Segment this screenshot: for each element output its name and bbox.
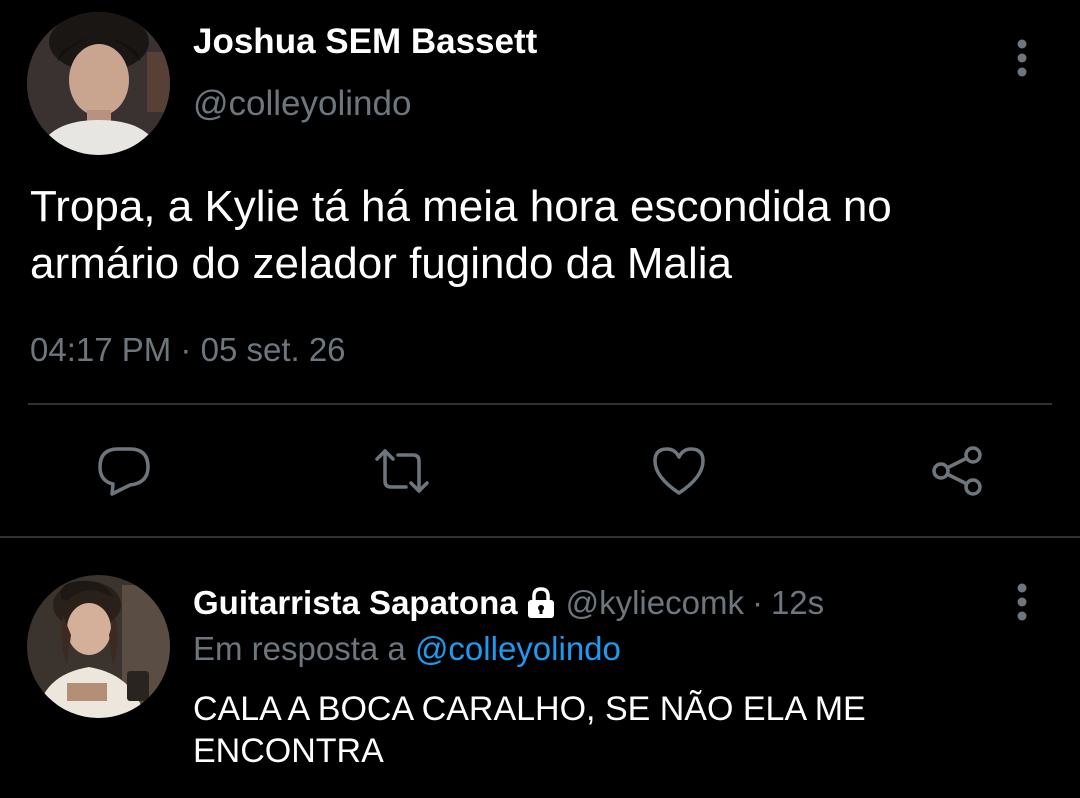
- tweet-time: 04:17 PM: [30, 331, 172, 368]
- tweet-timestamp[interactable]: 04:17 PM · 05 set. 26: [30, 331, 346, 369]
- share-icon: [932, 446, 982, 496]
- tweet-text-line-2: armário do zelador fugindo da Malia: [30, 239, 732, 288]
- meta-separator: ·: [180, 331, 192, 368]
- reply-author-avatar[interactable]: [27, 575, 170, 718]
- retweet-icon: [375, 449, 429, 493]
- reply-author-handle[interactable]: @kyliecomk: [566, 584, 744, 622]
- divider: [0, 536, 1080, 538]
- tweet-date: 05 set. 26: [200, 331, 346, 368]
- replying-mention-link[interactable]: @colleyolindo: [415, 630, 621, 667]
- author-avatar[interactable]: [27, 12, 170, 155]
- like-button[interactable]: [651, 445, 707, 497]
- reply-author-name[interactable]: Guitarrista Sapatona: [193, 584, 518, 622]
- reply-button[interactable]: [96, 445, 152, 497]
- reply-text: CALA A BOCA CARALHO, SE NÃO ELA ME ENCON…: [193, 688, 1013, 772]
- more-options-icon[interactable]: [1005, 36, 1039, 80]
- lock-icon: [526, 587, 556, 619]
- comment-icon: [98, 447, 150, 496]
- tweet-detail-screen: Joshua SEM Bassett @colleyolindo Tropa, …: [0, 0, 1080, 798]
- author-handle[interactable]: @colleyolindo: [193, 84, 411, 124]
- retweet-button[interactable]: [374, 445, 430, 497]
- reply-timestamp[interactable]: 12s: [771, 584, 824, 622]
- divider: [28, 403, 1052, 405]
- reply-header: Guitarrista Sapatona @kyliecomk · 12s: [193, 584, 824, 622]
- tweet-text: Tropa, a Kylie tá há meia hora escondida…: [30, 178, 1050, 292]
- heart-icon: [653, 447, 705, 495]
- share-button[interactable]: [929, 445, 985, 497]
- author-name[interactable]: Joshua SEM Bassett: [193, 22, 537, 62]
- reply-more-options-icon[interactable]: [1005, 580, 1039, 624]
- reply-text-line-2: ENCONTRA: [193, 732, 384, 770]
- replying-prefix: Em resposta a: [193, 630, 406, 667]
- reply-separator: ·: [751, 584, 763, 621]
- replying-to: Em resposta a @colleyolindo: [193, 630, 621, 668]
- reply-text-line-1: CALA A BOCA CARALHO, SE NÃO ELA ME: [193, 690, 866, 728]
- tweet-text-line-1: Tropa, a Kylie tá há meia hora escondida…: [30, 182, 892, 231]
